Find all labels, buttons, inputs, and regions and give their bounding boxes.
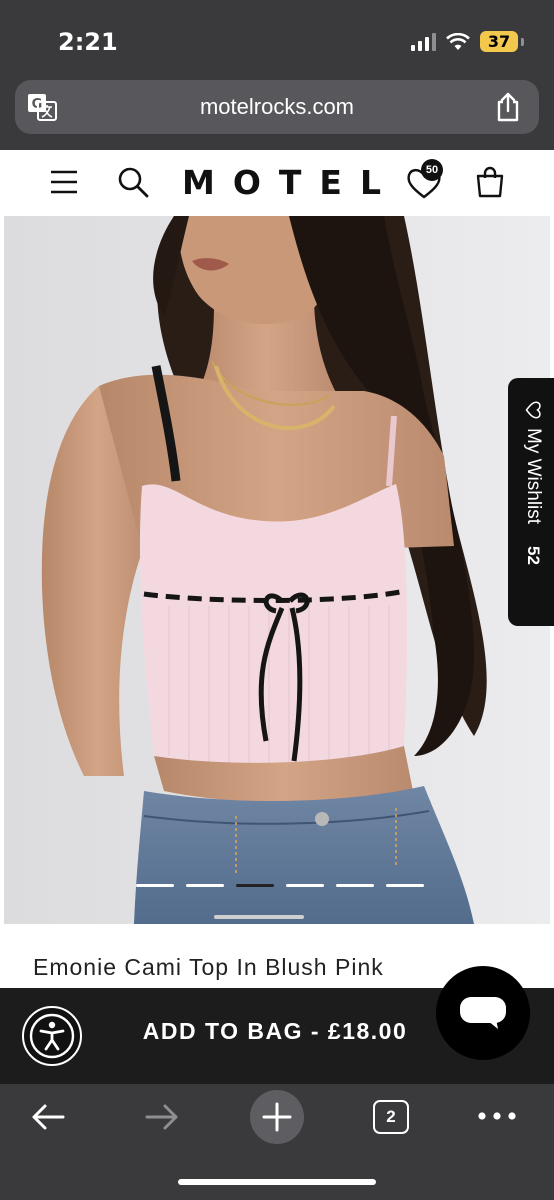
site-header: MOTEL bbox=[0, 150, 554, 216]
chat-button[interactable] bbox=[436, 966, 530, 1060]
wishlist-tab-count: 52 bbox=[524, 546, 543, 565]
site-logo[interactable]: MOTEL bbox=[182, 163, 399, 202]
back-arrow-icon[interactable] bbox=[30, 1102, 66, 1132]
chat-icon bbox=[460, 997, 506, 1029]
status-time: 2:21 bbox=[58, 28, 118, 56]
battery-icon: 37 bbox=[480, 31, 518, 52]
browser-top-chrome: 2:21 37 G motelrocks.com bbox=[0, 0, 554, 150]
carousel-dot[interactable] bbox=[186, 884, 224, 887]
carousel-indicator[interactable] bbox=[136, 884, 424, 887]
wishlist-side-tab[interactable]: My Wishlist 52 bbox=[508, 378, 554, 626]
search-icon[interactable] bbox=[117, 166, 149, 198]
carousel-dot[interactable] bbox=[386, 884, 424, 887]
carousel-dot[interactable] bbox=[136, 884, 174, 887]
new-tab-button[interactable] bbox=[250, 1090, 304, 1144]
wishlist-tab-content[interactable]: My Wishlist 52 bbox=[518, 400, 548, 610]
carousel-dot[interactable] bbox=[286, 884, 324, 887]
home-indicator[interactable] bbox=[178, 1179, 376, 1185]
product-photo bbox=[4, 216, 550, 924]
status-icons: 37 bbox=[411, 31, 524, 52]
accessibility-button[interactable] bbox=[22, 1006, 82, 1066]
carousel-dot[interactable] bbox=[336, 884, 374, 887]
accessibility-icon bbox=[29, 1013, 75, 1059]
signal-icon bbox=[411, 32, 436, 51]
scroll-indicator bbox=[214, 915, 304, 919]
wifi-icon bbox=[446, 32, 470, 50]
wishlist-count-badge: 50 bbox=[421, 159, 443, 181]
battery-tip bbox=[521, 37, 524, 46]
add-to-bag-button[interactable]: ADD TO BAG - £18.00 bbox=[120, 1018, 430, 1058]
menu-icon[interactable] bbox=[50, 170, 78, 194]
screen: 2:21 37 G motelrocks.com MOTEL 50 My Wis… bbox=[0, 0, 554, 1200]
more-icon[interactable] bbox=[476, 1104, 518, 1128]
product-title: Emonie Cami Top In Blush Pink bbox=[33, 954, 384, 980]
heart-icon bbox=[525, 401, 541, 419]
share-icon[interactable] bbox=[495, 92, 521, 122]
url-text[interactable]: motelrocks.com bbox=[15, 94, 539, 120]
wishlist-tab-label: My Wishlist bbox=[523, 428, 544, 525]
tabs-button[interactable]: 2 bbox=[373, 1100, 409, 1134]
url-bar[interactable]: G motelrocks.com bbox=[15, 80, 539, 134]
forward-arrow-icon[interactable] bbox=[144, 1102, 180, 1132]
carousel-dot-active[interactable] bbox=[236, 884, 274, 887]
plus-icon bbox=[262, 1102, 292, 1132]
bag-icon[interactable] bbox=[476, 166, 504, 198]
product-image[interactable] bbox=[4, 216, 550, 924]
